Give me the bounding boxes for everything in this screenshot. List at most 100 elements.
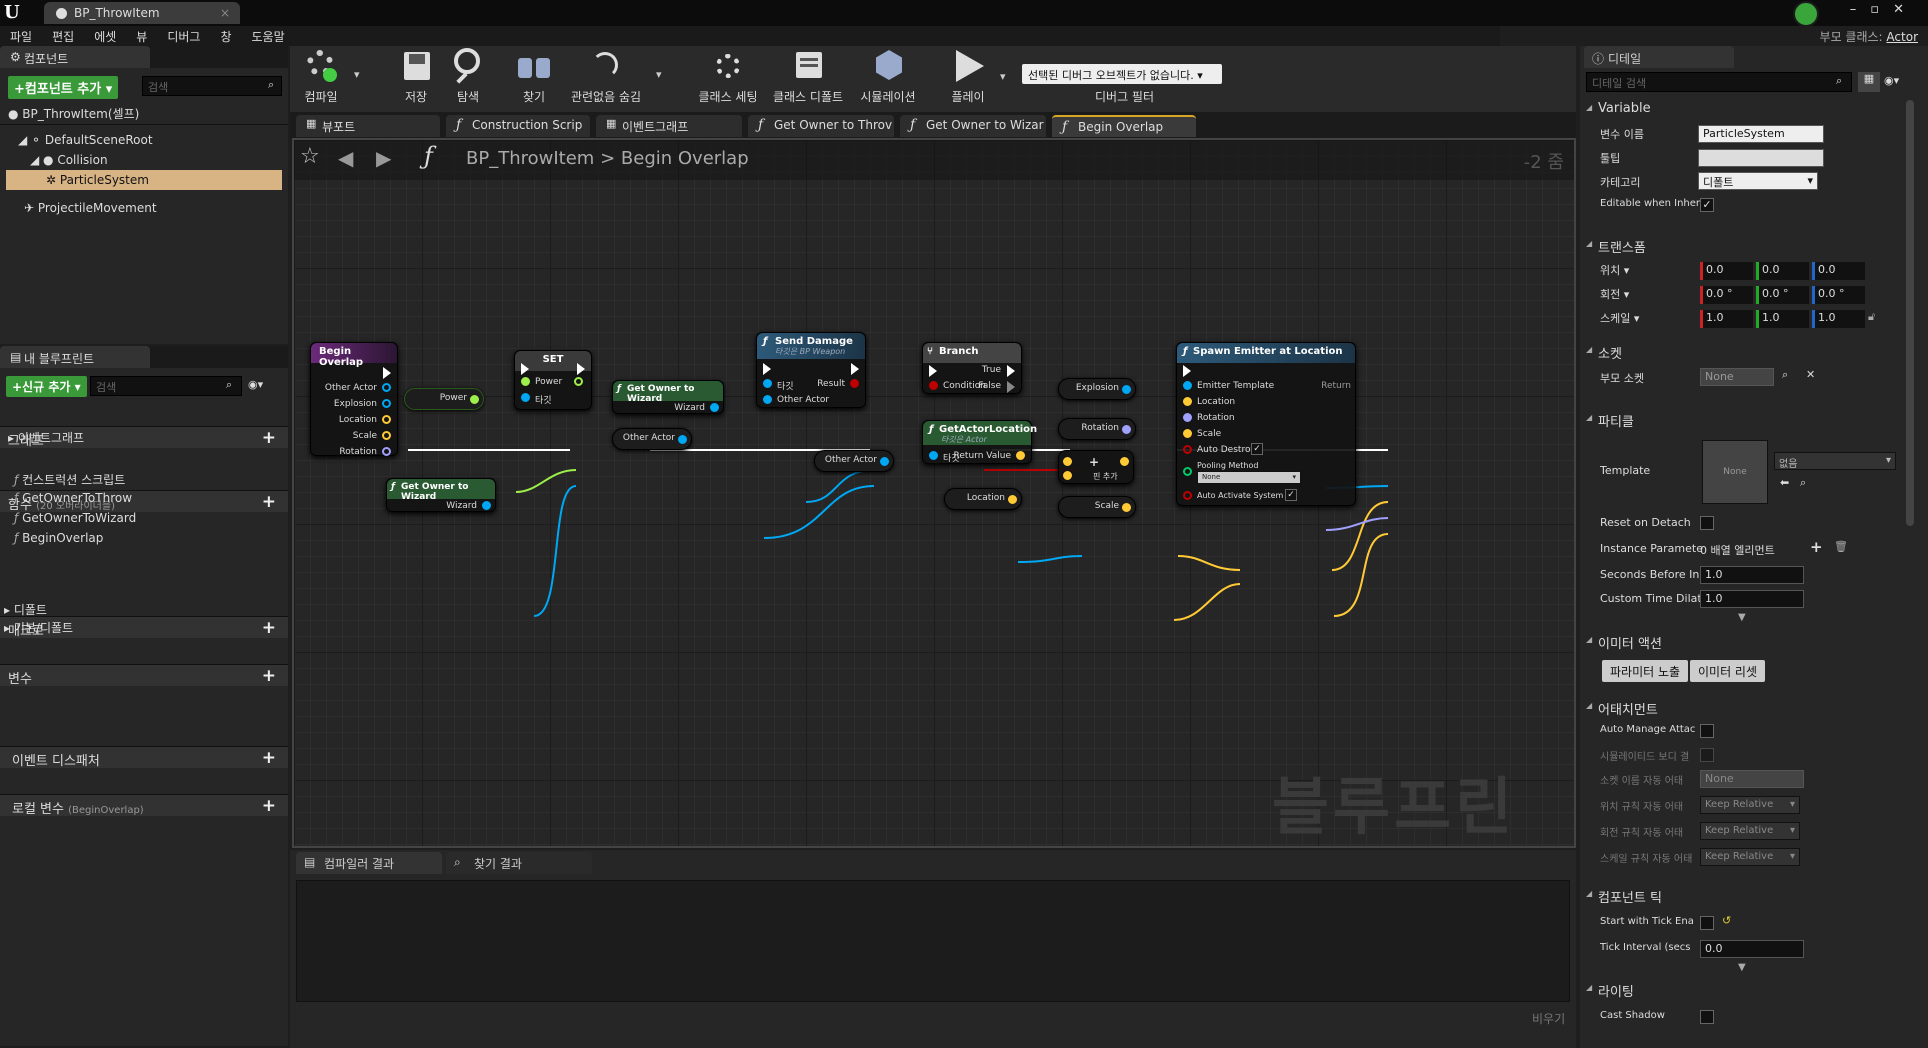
source-control-icon[interactable] [1793,1,1819,27]
auto-manage-checkbox[interactable] [1700,724,1714,738]
add-new-button[interactable]: +신규 추가 ▾ [6,376,87,397]
add-function-icon[interactable]: + [262,492,276,512]
tree-item-collision[interactable]: ◢ ● Collision [30,150,108,170]
pin-dot[interactable] [678,435,687,444]
function-item[interactable]: ƒ GetOwnerToThrow [14,488,132,508]
section-lighting[interactable]: 라이팅 [1586,978,1916,1000]
location-z-input[interactable]: 0.0 [1812,262,1865,280]
add-pin-label[interactable]: 핀 추가 [1093,471,1118,482]
section-component-tick[interactable]: 컴포넌트 틱 [1586,884,1916,906]
pin-dot[interactable] [521,377,530,386]
blueprint-search-input[interactable]: 검색 [90,376,242,396]
pin-dot[interactable] [1063,471,1072,480]
section-particles[interactable]: 파티클 [1586,408,1916,430]
tab-construction-script[interactable]: ƒ Construction Scrip [446,115,590,137]
exec-out-pin[interactable] [1007,365,1015,377]
function-item[interactable]: ƒ GetOwnerToWizard [14,508,136,528]
tab-begin-overlap[interactable]: ƒ Begin Overlap [1052,115,1196,137]
section-variable[interactable]: Variable [1586,98,1916,120]
pin-dot[interactable] [1122,425,1131,434]
exec-out-pin[interactable] [383,367,391,379]
pin-dot[interactable] [710,403,719,412]
view-options-eye-icon[interactable]: ◉▾ [248,378,263,391]
socket-name-input[interactable]: None [1700,770,1804,788]
tab-get-owner-to-wizard[interactable]: ƒ Get Owner to Wizar [900,115,1046,137]
details-scrollbar[interactable] [1906,100,1914,526]
tree-item-projectilemovement[interactable]: ✈ ProjectileMovement [24,198,157,218]
tab-get-owner-to-throw[interactable]: ƒ Get Owner to Throv [748,115,894,137]
node-set[interactable]: SET Power 타깃 [514,350,592,410]
pin-dot[interactable] [470,395,479,404]
function-item[interactable]: ƒ 컨스트럭션 스크립트 [14,468,125,488]
auto-destroy-checkbox[interactable]: ✓ [1251,443,1263,455]
components-search-input[interactable]: 검색 [142,76,282,96]
node-get-owner-to-wizard[interactable]: ƒ Get Owner to Wizard Wizard [386,478,496,512]
class-settings-button[interactable]: 클래스 세팅 [694,46,762,105]
expose-params-button[interactable]: 파라미터 노출 [1602,660,1689,682]
editable-checkbox[interactable]: ✓ [1700,198,1714,212]
pin-dot[interactable] [763,379,772,388]
section-attachment[interactable]: 어태치먼트 [1586,696,1916,718]
compile-button[interactable]: 컴파일 [296,46,346,105]
scale-rule-dropdown[interactable]: Keep Relative ▾ [1700,848,1800,866]
pin-dot[interactable] [929,451,938,460]
add-macro-icon[interactable]: + [262,618,276,638]
rotation-y-input[interactable]: 0.0 ° [1756,286,1809,304]
pin-dot[interactable] [929,381,938,390]
tooltip-input[interactable] [1698,149,1824,167]
auto-activate-checkbox[interactable]: ✓ [1285,489,1297,501]
node-get-owner-to-wizard[interactable]: ƒ Get Owner to Wizard Wizard [612,380,724,414]
rotation-label[interactable]: 회전 ▾ [1600,286,1629,302]
add-graph-icon[interactable]: + [262,428,276,448]
section-transform[interactable]: 트랜스폼 [1586,234,1916,256]
graph-canvas[interactable]: ☆ ◀ ▶ ƒ BP_ThrowItem > Begin Overlap -2 … [292,138,1576,848]
debug-object-dropdown[interactable]: 선택된 디버그 오브젝트가 없습니다. ▾ [1022,64,1222,84]
pin-dot[interactable] [1183,381,1192,390]
self-item[interactable]: ● BP_ThrowItem(셀프) [8,102,139,122]
pin-dot[interactable] [521,393,530,402]
tree-item-defaultsceneroot[interactable]: ◢ ⚬ DefaultSceneRoot [18,130,153,150]
browse-search-icon[interactable]: ⌕ [1800,476,1806,490]
var-group-default[interactable]: ▸ 디폴트 [4,598,47,618]
location-y-input[interactable]: 0.0 [1756,262,1809,280]
var-rotation[interactable]: Rotation [1058,418,1136,440]
scale-x-input[interactable]: 1.0 [1700,310,1753,328]
menu-view[interactable]: 뷰 [136,30,147,44]
play-options-chevron-icon[interactable]: ▾ [1000,70,1006,83]
rotation-x-input[interactable]: 0.0 ° [1700,286,1753,304]
tab-viewport[interactable]: ▦ 뷰포트 [296,115,440,137]
node-begin-overlap[interactable]: Begin Overlap Other Actor Explosion Loca… [310,342,398,457]
expand-advanced-chevron-icon[interactable]: ▼ [1738,612,1746,623]
var-explosion[interactable]: Explosion [1058,378,1136,400]
menu-window[interactable]: 창 [220,30,231,44]
close-tab-icon[interactable]: × [220,6,230,20]
details-search-input[interactable]: 디테일 검색 [1586,72,1852,92]
sim-body-checkbox[interactable] [1700,748,1714,762]
class-defaults-button[interactable]: 클래스 디폴트 [770,46,846,105]
pin-dot[interactable] [1016,451,1025,460]
rotation-z-input[interactable]: 0.0 ° [1812,286,1865,304]
find-button[interactable]: 찾기 [514,46,554,105]
lock-icon[interactable]: 🔓︎ [1868,310,1875,324]
pin-dot[interactable] [1122,503,1131,512]
add-element-icon[interactable]: + [1810,538,1823,556]
pin-dot[interactable] [1183,491,1192,500]
add-local-var-icon[interactable]: + [262,796,276,816]
document-tab[interactable]: BP_ThrowItem × [44,2,240,24]
tree-item-particlesystem[interactable]: ✲ ParticleSystem [6,170,282,190]
menu-help[interactable]: 도움말 [252,30,285,44]
simulation-button[interactable]: 시뮬레이션 [856,46,920,105]
pin-dot[interactable] [1183,397,1192,406]
pin-dot[interactable] [1063,457,1072,466]
menu-asset[interactable]: 에셋 [94,30,116,44]
pin-dot[interactable] [482,501,491,510]
node-spawn-emitter[interactable]: ƒ Spawn Emitter at Location Return Emitte… [1176,342,1356,506]
add-variable-icon[interactable]: + [262,666,276,686]
parent-socket-input[interactable]: None [1700,368,1774,386]
parent-class-link[interactable]: Actor [1886,30,1918,44]
eventgraph-item[interactable]: ▸ 이벤트그래프 [8,426,84,446]
reset-default-arrow-icon[interactable]: ↺ [1722,914,1731,927]
view-options-eye-icon[interactable]: ◉▾ [1884,74,1899,87]
expand-advanced-chevron-icon[interactable]: ▼ [1738,962,1746,973]
variable-name-input[interactable]: ParticleSystem [1698,125,1824,143]
